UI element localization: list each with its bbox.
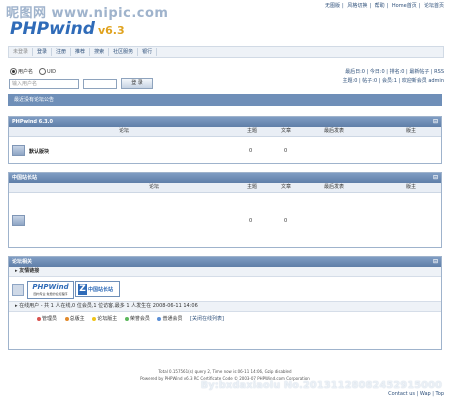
- forum-topics: 0: [249, 218, 253, 224]
- close-online-list-link[interactable]: [关闭在线列表]: [190, 316, 224, 322]
- forum-stats-line1: 最后日:0 | 今日:0 | 排名:0 | 最新帖子 | RSS: [345, 69, 444, 75]
- login-type-group: 用户名 UID: [10, 68, 56, 75]
- radio-username[interactable]: 用户名: [10, 68, 33, 75]
- category-header: 论坛相关 ⊟: [9, 257, 441, 267]
- legend-super-mod: 总版主: [64, 316, 85, 322]
- top-link-home[interactable]: Home首页: [392, 3, 417, 9]
- top-link-style[interactable]: 风格切换: [347, 3, 367, 9]
- nav-status: 未登录: [9, 48, 34, 56]
- super-mod-icon: [64, 316, 69, 321]
- collapse-icon[interactable]: ⊟: [433, 257, 438, 267]
- radio-uid[interactable]: UID: [39, 68, 56, 75]
- category-header: 中国站长站 ⊟: [9, 173, 441, 183]
- footer-links[interactable]: Contact us | Wap | Top: [388, 391, 444, 397]
- forum-icon: [12, 215, 25, 226]
- collapse-icon[interactable]: ⊟: [433, 117, 438, 127]
- legend-admin: 管理员: [37, 316, 57, 322]
- col-last-post: 最后发表: [324, 128, 345, 134]
- collapse-icon[interactable]: ⊟: [433, 173, 438, 183]
- top-links: 无图版 | 风格切换 | 帮助 | Home首页 | 论坛首页: [325, 3, 444, 9]
- legend-member: 普通会员: [157, 316, 182, 322]
- col-topics: 主题: [247, 128, 258, 134]
- forum-topics: 0: [249, 148, 253, 154]
- watermark-bottom: By:bxdaxiaolu No.20131128082452915000: [200, 380, 442, 391]
- category-title: 论坛相关: [12, 259, 33, 265]
- col-forum: 论坛: [149, 184, 160, 190]
- legend-mod: 论坛版主: [92, 316, 117, 322]
- top-link-noimage[interactable]: 无图版: [325, 3, 340, 9]
- login-button[interactable]: 登 录: [121, 78, 153, 89]
- forum-stats-line2: 主题:0 | 帖子:0 | 会员:1 | 欢迎新会员 admin: [342, 78, 444, 84]
- username-input[interactable]: 输入用户名: [9, 78, 79, 89]
- member-legend: 管理员 总版主 论坛版主 荣誉会员 普通会员 [关闭在线列表]: [9, 312, 441, 326]
- col-moderator: 版主: [406, 184, 417, 190]
- category-header: PHPwind 6.3.0 ⊟: [9, 117, 441, 127]
- radio-on-icon: [10, 68, 17, 75]
- legend-honor: 荣誉会员: [124, 316, 150, 322]
- admin-icon: [37, 316, 41, 321]
- forum-icon: [12, 145, 25, 156]
- friend-links-row: PHPWind 国内专业·免费的论坛程序 Z 中国站长站: [9, 277, 441, 302]
- nav-bank[interactable]: 银行: [138, 48, 158, 56]
- nav-login[interactable]: 登录: [33, 48, 53, 56]
- column-header-row: 论坛 主题 文章 最后发表 版主: [9, 183, 441, 193]
- category-title: PHPwind 6.3.0: [12, 119, 53, 125]
- forum-posts: 0: [284, 218, 288, 224]
- honor-icon: [124, 316, 129, 321]
- member-icon: [157, 316, 162, 321]
- col-posts: 文章: [281, 184, 292, 190]
- logo-name: PHPwind: [10, 19, 95, 39]
- nav-recommend[interactable]: 推荐: [71, 48, 91, 56]
- login-form: 输入用户名 登 录: [9, 78, 153, 89]
- radio-off-icon: [39, 68, 47, 75]
- chinaz-link-banner[interactable]: Z 中国站长站: [75, 281, 120, 297]
- col-topics: 主题: [247, 184, 258, 190]
- nav-services[interactable]: 社区服务: [109, 48, 139, 56]
- forum-posts: 0: [284, 148, 288, 154]
- footer-stats: Total 0.157561(s) query 2, Time now is:0…: [158, 369, 292, 374]
- col-forum: 论坛: [119, 128, 130, 134]
- friend-links-header: ▸ 友情链接: [9, 267, 441, 277]
- top-link-help[interactable]: 帮助: [375, 3, 385, 9]
- forum-row[interactable]: 0 0: [9, 193, 441, 248]
- category-china-webmaster: 中国站长站 ⊟ 论坛 主题 文章 最后发表 版主 0 0: [8, 172, 442, 248]
- col-last-post: 最后发表: [324, 184, 345, 190]
- column-header-row: 论坛 主题 文章 最后发表 版主: [9, 127, 441, 137]
- forum-row[interactable]: 默认版块 0 0: [9, 137, 441, 163]
- nav-register[interactable]: 注册: [52, 48, 72, 56]
- announcement-bar: 最近没有论坛公告: [8, 94, 442, 106]
- links-icon: [12, 284, 24, 296]
- nav-search[interactable]: 搜索: [90, 48, 110, 56]
- logo-version: v6.3: [97, 24, 125, 37]
- category-title: 中国站长站: [12, 175, 38, 181]
- forum-name[interactable]: 默认版块: [29, 148, 49, 155]
- password-input[interactable]: [83, 78, 117, 89]
- category-forum-related: 论坛相关 ⊟ ▸ 友情链接 PHPWind 国内专业·免费的论坛程序 Z 中国站…: [8, 256, 442, 350]
- col-posts: 文章: [281, 128, 292, 134]
- phpwind-link-banner[interactable]: PHPWind 国内专业·免费的论坛程序: [27, 281, 74, 299]
- online-users-row: ▸ 在线用户 - 共 1 人在线,0 位会员,1 位访客,最多 1 人发生在 2…: [9, 302, 441, 312]
- mod-icon: [92, 316, 97, 321]
- chinaz-z-icon: Z: [78, 284, 87, 295]
- top-link-forum-home[interactable]: 论坛首页: [424, 3, 444, 9]
- category-phpwind: PHPwind 6.3.0 ⊟ 论坛 主题 文章 最后发表 版主 默认版块 0 …: [8, 116, 442, 164]
- site-logo[interactable]: PHPwind v6.3: [10, 19, 125, 39]
- col-moderator: 版主: [406, 128, 417, 134]
- nav-bar: 未登录 登录 注册 推荐 搜索 社区服务 银行: [8, 46, 444, 58]
